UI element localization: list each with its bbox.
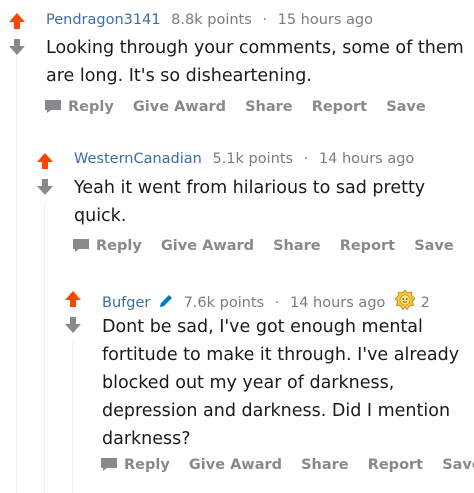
reply-button[interactable]: Reply xyxy=(44,99,119,115)
report-button[interactable]: Report xyxy=(312,99,367,115)
upvote-arrow-icon[interactable] xyxy=(8,12,26,30)
reply-button[interactable]: Reply xyxy=(72,238,147,254)
comment-meta: WesternCanadian 5.1k points · 14 hours a… xyxy=(74,151,414,167)
vote-controls xyxy=(36,152,54,196)
save-button[interactable]: Save xyxy=(442,457,474,473)
comment-meta: Pendragon3141 8.8k points · 15 hours ago xyxy=(46,12,373,28)
thread-line-3[interactable] xyxy=(72,342,73,493)
thread-line-2[interactable] xyxy=(44,202,45,493)
separator: · xyxy=(303,151,309,167)
report-button[interactable]: Report xyxy=(368,457,423,473)
timestamp[interactable]: 15 hours ago xyxy=(278,12,373,28)
reply-label: Reply xyxy=(68,99,114,115)
pencil-icon xyxy=(159,295,172,307)
points: 7.6k points xyxy=(183,295,265,311)
comment-body: Looking through your comments, some of t… xyxy=(46,38,464,86)
points: 5.1k points xyxy=(212,151,294,167)
author-link[interactable]: Bufger xyxy=(102,295,150,311)
separator: · xyxy=(274,295,280,311)
comment-actions: Reply Give Award Share Report Save xyxy=(100,457,474,473)
upvote-arrow-icon[interactable] xyxy=(36,152,54,170)
reply-icon xyxy=(101,458,117,471)
author-link[interactable]: Pendragon3141 xyxy=(46,12,161,28)
comment-body: Yeah it went from hilarious to sad prett… xyxy=(74,178,426,226)
comment-actions: Reply Give Award Share Report Save xyxy=(44,99,440,115)
share-button[interactable]: Share xyxy=(245,99,293,115)
downvote-arrow-icon[interactable] xyxy=(8,38,26,56)
timestamp[interactable]: 14 hours ago xyxy=(290,295,385,311)
comment-meta: Bufger 7.6k points · 14 hours ago 2 xyxy=(102,289,430,311)
give-award-button[interactable]: Give Award xyxy=(189,457,282,473)
share-button[interactable]: Share xyxy=(301,457,349,473)
reply-icon xyxy=(45,100,61,113)
thread-line-1[interactable] xyxy=(16,42,17,493)
vote-controls xyxy=(8,12,26,56)
upvote-arrow-icon[interactable] xyxy=(64,290,82,308)
award-count: 2 xyxy=(420,295,430,311)
comment-actions: Reply Give Award Share Report Save xyxy=(72,238,468,254)
author-link[interactable]: WesternCanadian xyxy=(74,151,202,167)
comment-body: Dont be sad, I've got enough mental fort… xyxy=(102,317,460,449)
reply-button[interactable]: Reply xyxy=(100,457,175,473)
separator: · xyxy=(262,12,267,28)
points: 8.8k points xyxy=(171,12,252,28)
give-award-button[interactable]: Give Award xyxy=(133,99,226,115)
report-button[interactable]: Report xyxy=(340,238,395,254)
award-icon[interactable] xyxy=(394,289,416,311)
save-button[interactable]: Save xyxy=(386,99,426,115)
reply-label: Reply xyxy=(124,457,170,473)
save-button[interactable]: Save xyxy=(414,238,454,254)
reply-icon xyxy=(73,239,89,252)
timestamp[interactable]: 14 hours ago xyxy=(319,151,414,167)
share-button[interactable]: Share xyxy=(273,238,321,254)
downvote-arrow-icon[interactable] xyxy=(64,316,82,334)
downvote-arrow-icon[interactable] xyxy=(36,178,54,196)
reply-label: Reply xyxy=(96,238,142,254)
vote-controls xyxy=(64,290,82,334)
give-award-button[interactable]: Give Award xyxy=(161,238,254,254)
